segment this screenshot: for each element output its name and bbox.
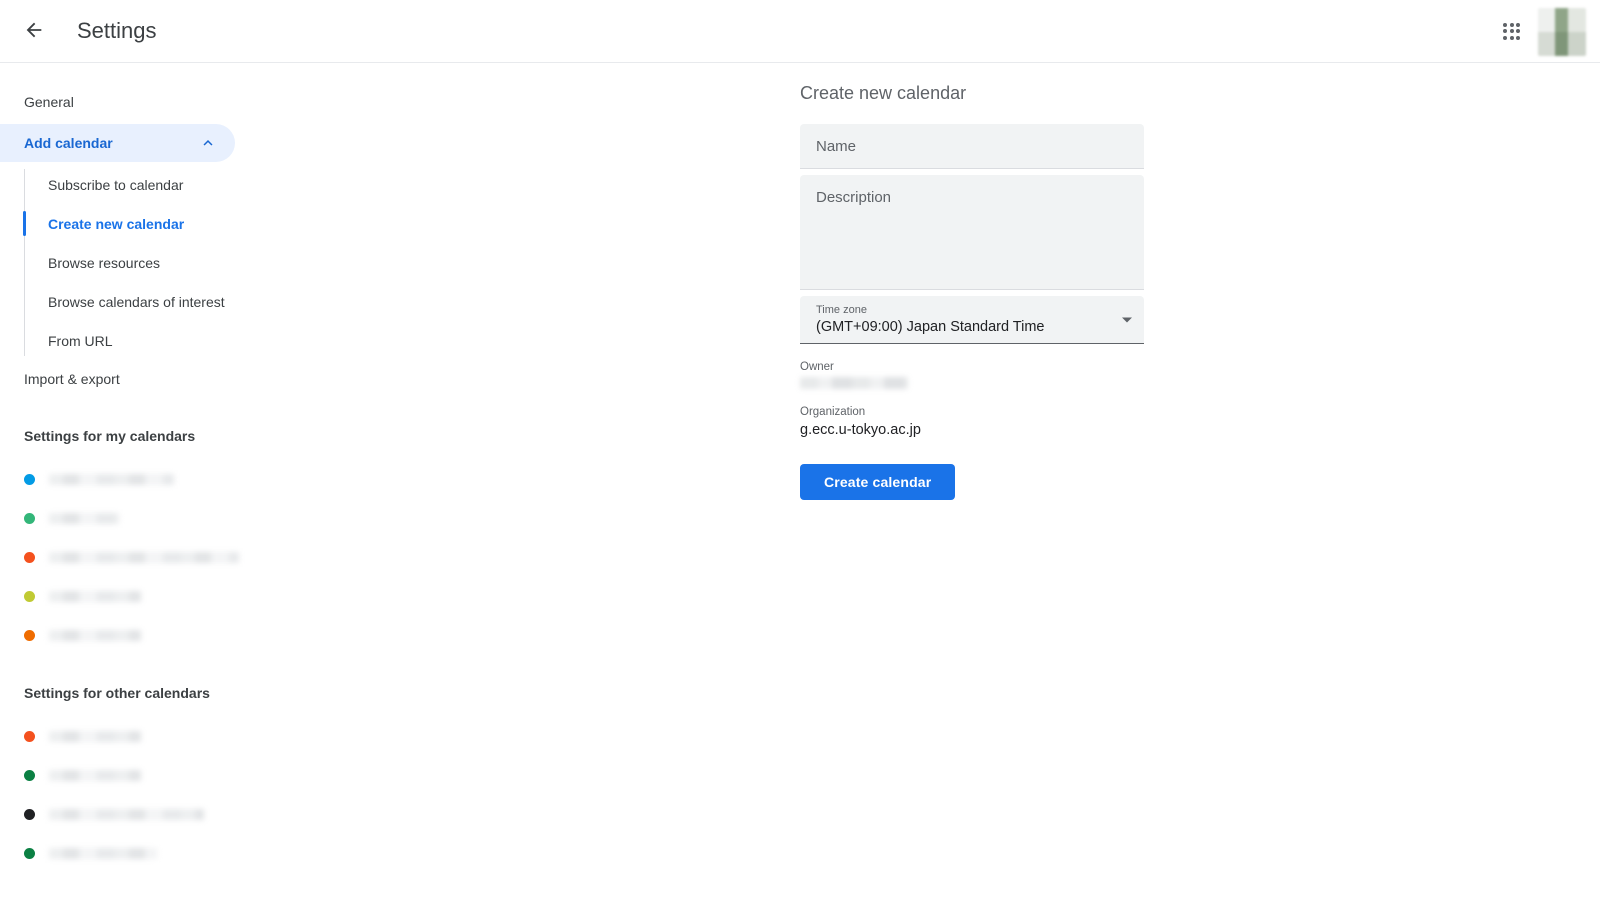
settings-sidebar: General Add calendar Subscribe to calend…: [0, 63, 400, 901]
sidebar-subitem-label: Create new calendar: [48, 215, 185, 232]
timezone-value: (GMT+09:00) Japan Standard Time: [816, 319, 1045, 335]
sidebar-subitem-label: From URL: [48, 332, 113, 349]
app-header: Settings: [0, 0, 1600, 63]
calendar-name-field[interactable]: Name: [800, 124, 1144, 169]
other-calendars-heading: Settings for other calendars: [24, 685, 210, 701]
organization-label: Organization: [800, 406, 866, 418]
list-item[interactable]: [0, 460, 400, 499]
settings-content: Create new calendar Name Description Tim…: [400, 63, 1600, 901]
calendar-name-redacted: [49, 848, 157, 859]
avatar[interactable]: [1538, 7, 1586, 56]
owner-group: Owner: [800, 361, 1144, 389]
timezone-select[interactable]: Time zone (GMT+09:00) Japan Standard Tim…: [800, 296, 1144, 344]
calendar-name-redacted: [49, 513, 119, 524]
list-item[interactable]: [0, 577, 400, 616]
sidebar-subitem-label: Subscribe to calendar: [48, 176, 184, 193]
chevron-down-icon: [1122, 317, 1132, 322]
add-calendar-subnav: Subscribe to calendar Create new calenda…: [23, 165, 400, 360]
calendar-name-redacted: [49, 630, 141, 641]
calendar-color-dot: [24, 809, 35, 820]
arrow-left-icon: [23, 19, 45, 44]
calendar-name-redacted: [49, 474, 174, 485]
organization-group: Organization g.ecc.u-tokyo.ac.jp: [800, 406, 1144, 438]
list-item[interactable]: [0, 717, 400, 756]
list-item[interactable]: [0, 616, 400, 655]
organization-value: g.ecc.u-tokyo.ac.jp: [800, 422, 921, 438]
calendar-color-dot: [24, 591, 35, 602]
section-title: Create new calendar: [800, 83, 967, 103]
back-button[interactable]: [12, 9, 56, 53]
sidebar-item-browse-calendars-of-interest[interactable]: Browse calendars of interest: [24, 282, 235, 321]
other-calendars-list: [0, 717, 400, 873]
calendar-color-dot: [24, 513, 35, 524]
page-title: Settings: [77, 18, 157, 43]
calendar-color-dot: [24, 630, 35, 641]
my-calendars-list: [0, 460, 400, 655]
list-item[interactable]: [0, 756, 400, 795]
sidebar-subitem-label: Browse calendars of interest: [48, 293, 225, 310]
calendar-name-redacted: [49, 552, 239, 563]
list-item[interactable]: [0, 834, 400, 873]
calendar-color-dot: [24, 474, 35, 485]
my-calendars-heading: Settings for my calendars: [24, 428, 196, 444]
list-item[interactable]: [0, 499, 400, 538]
list-item[interactable]: [0, 795, 400, 834]
sidebar-item-create-new-calendar[interactable]: Create new calendar: [23, 204, 235, 243]
header-actions: [1492, 0, 1600, 63]
owner-value-redacted: [800, 377, 908, 389]
sidebar-item-add-calendar[interactable]: Add calendar: [0, 124, 235, 162]
page-body: General Add calendar Subscribe to calend…: [0, 63, 1600, 901]
list-item[interactable]: [0, 538, 400, 577]
calendar-color-dot: [24, 731, 35, 742]
calendar-name-redacted: [49, 809, 204, 820]
sidebar-item-from-url[interactable]: From URL: [24, 321, 235, 360]
calendar-description-placeholder: Description: [816, 189, 892, 206]
owner-label: Owner: [800, 361, 834, 373]
calendar-name-redacted: [49, 731, 141, 742]
grid-apps-icon: [1503, 22, 1521, 41]
calendar-color-dot: [24, 552, 35, 563]
calendar-description-field[interactable]: Description: [800, 175, 1144, 290]
chevron-up-icon: [199, 134, 217, 152]
sidebar-item-import-export[interactable]: Import & export: [0, 360, 235, 398]
sidebar-subitem-label: Browse resources: [48, 254, 161, 271]
create-calendar-button[interactable]: Create calendar: [800, 464, 956, 500]
sidebar-item-label: Import & export: [24, 371, 120, 387]
calendar-name-redacted: [49, 770, 141, 781]
calendar-color-dot: [24, 848, 35, 859]
calendar-color-dot: [24, 770, 35, 781]
timezone-label: Time zone: [816, 304, 867, 316]
sidebar-item-label: General: [24, 94, 74, 110]
calendar-name-redacted: [49, 591, 141, 602]
sidebar-item-label: Add calendar: [24, 135, 113, 151]
sidebar-item-general[interactable]: General: [0, 83, 235, 121]
sidebar-item-subscribe-to-calendar[interactable]: Subscribe to calendar: [24, 165, 235, 204]
create-calendar-form: Name Description Time zone (GMT+09:00) J…: [800, 124, 1144, 500]
google-apps-button[interactable]: [1492, 12, 1532, 52]
sidebar-item-browse-resources[interactable]: Browse resources: [24, 243, 235, 282]
calendar-name-placeholder: Name: [816, 137, 857, 155]
